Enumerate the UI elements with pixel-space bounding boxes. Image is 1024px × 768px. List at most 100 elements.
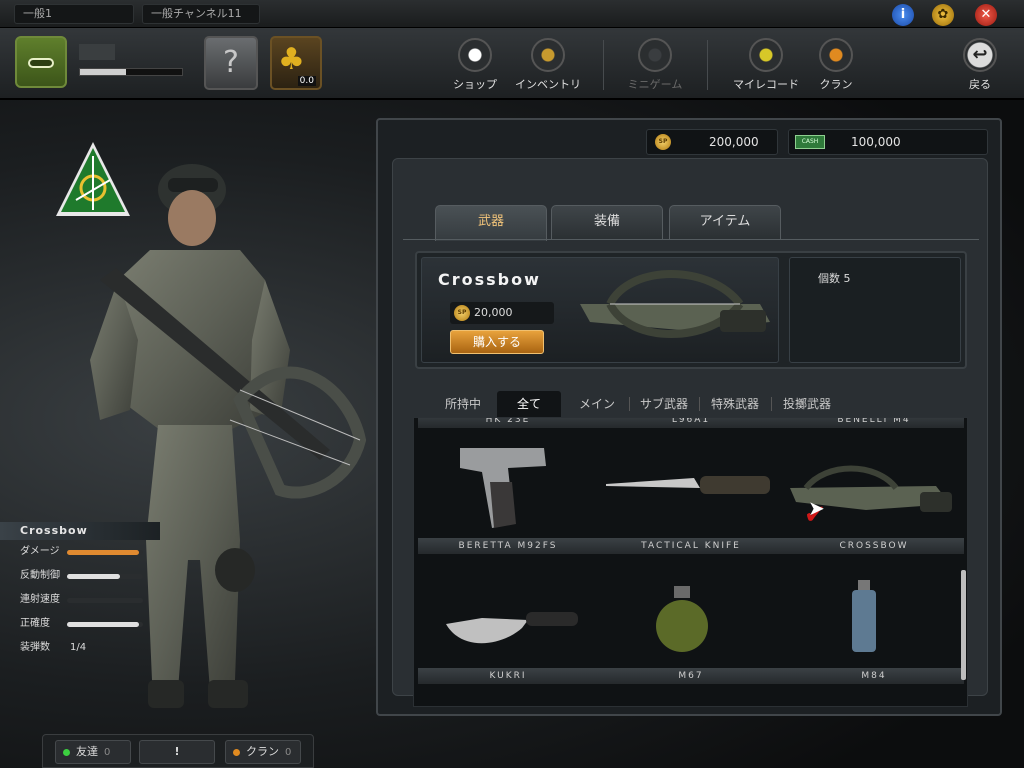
- tab-weapons[interactable]: 武器: [435, 205, 547, 241]
- clan-icon: [819, 38, 853, 72]
- filter-sub[interactable]: サブ武器: [633, 391, 695, 417]
- cash-balance: CASH 100,000: [788, 129, 988, 155]
- crossbow-preview-image: [580, 270, 770, 338]
- cash-amount: 100,000: [851, 135, 901, 149]
- item-m67[interactable]: [652, 584, 712, 654]
- item-grid: HK 23E L96A1 BENELLI M4 ✔ BERETTA M92FS …: [413, 417, 968, 707]
- sp-coin-icon: SP: [655, 134, 671, 150]
- minigame-icon: [638, 38, 672, 72]
- item-kukri[interactable]: [442, 598, 582, 654]
- filter-divider: [771, 397, 772, 411]
- shelf-row-top: HK 23E L96A1 BENELLI M4: [418, 417, 964, 428]
- clan-dot-icon: [233, 749, 240, 756]
- info-icon[interactable]: i: [892, 4, 914, 26]
- stat-recoil-label: 反動制御: [20, 570, 60, 581]
- back-icon: ↩: [963, 38, 997, 72]
- avatar[interactable]: ?: [204, 36, 258, 90]
- shop-inner: 武器 装備 アイテム Crossbow SP 20,000 購入する 個数 5 …: [392, 158, 988, 707]
- stats-weapon-name: Crossbow: [0, 522, 160, 540]
- friends-label: 友達: [76, 745, 98, 758]
- item-label: L96A1: [671, 417, 711, 425]
- filter-owned[interactable]: 所持中: [433, 391, 493, 417]
- nav-inventory[interactable]: インベントリ: [514, 38, 582, 92]
- item-count: 個数 5: [818, 272, 851, 285]
- filter-throwing[interactable]: 投擲武器: [775, 391, 839, 417]
- close-icon[interactable]: ✕: [975, 4, 997, 26]
- item-detail-main: Crossbow SP 20,000 購入する: [421, 257, 779, 363]
- grid-scrollbar[interactable]: [961, 570, 966, 680]
- clan-label: クラン: [246, 745, 279, 758]
- stat-accuracy: 正確度: [0, 612, 160, 636]
- settings-gear-icon[interactable]: ✿: [932, 4, 954, 26]
- item-label: KUKRI: [489, 671, 527, 681]
- stat-ammo-label: 装弾数: [20, 642, 50, 653]
- clan-button[interactable]: クラン 0: [225, 740, 301, 764]
- shelf-row-2: KUKRI M67 M84: [418, 668, 964, 684]
- tab-underline: [403, 239, 979, 240]
- stat-damage: ダメージ: [0, 540, 160, 564]
- rank-icon: [28, 58, 54, 68]
- nav-back-label: 戻る: [969, 78, 991, 91]
- nav-divider: [603, 40, 604, 90]
- xp-fill: [80, 69, 126, 75]
- item-beretta-m92fs[interactable]: [454, 442, 554, 532]
- item-label: BENELLI M4: [837, 417, 911, 425]
- weapon-stats: Crossbow ダメージ 反動制御 連射速度 正確度 装弾数 1/4: [0, 522, 160, 660]
- nav-clan-label: クラン: [819, 78, 853, 91]
- friends-count: 0: [104, 747, 111, 758]
- stat-recoil: 反動制御: [0, 564, 160, 588]
- stat-rate-bar: [67, 598, 143, 603]
- clan-count: 0: [285, 747, 292, 758]
- stat-rate: 連射速度: [0, 588, 160, 612]
- sp-amount: 200,000: [709, 135, 759, 149]
- filter-divider: [629, 397, 630, 411]
- stat-recoil-bar: [67, 574, 143, 579]
- item-label: BERETTA M92FS: [458, 541, 558, 551]
- filter-special[interactable]: 特殊武器: [703, 391, 767, 417]
- stat-rate-label: 連射速度: [20, 594, 60, 605]
- alert-icon: !: [174, 745, 180, 758]
- tab-items[interactable]: アイテム: [669, 205, 781, 239]
- item-label: CROSSBOW: [839, 541, 909, 551]
- stat-ammo-value: 1/4: [70, 642, 87, 653]
- item-m84[interactable]: [844, 578, 884, 658]
- sp-coin-icon: SP: [454, 305, 470, 321]
- nav-clan[interactable]: クラン: [814, 38, 858, 92]
- lobby-label: 一般1: [14, 4, 134, 24]
- item-price: SP 20,000: [450, 302, 554, 324]
- nav-minigame: ミニゲーム: [624, 38, 686, 92]
- stat-accuracy-label: 正確度: [20, 618, 50, 629]
- rank-badge[interactable]: [15, 36, 67, 88]
- tab-equipment[interactable]: 装備: [551, 205, 663, 239]
- item-price-value: 20,000: [474, 306, 513, 319]
- online-dot-icon: [63, 749, 70, 756]
- player-name: [79, 44, 115, 60]
- clover-icon: ♣: [278, 42, 305, 77]
- stat-ammo: 装弾数 1/4: [0, 636, 160, 660]
- nav-myrecord[interactable]: マイレコード: [732, 38, 800, 92]
- record-icon: [749, 38, 783, 72]
- club-value: 0.0: [297, 76, 316, 86]
- item-label: HK 23E: [485, 417, 531, 425]
- friends-button[interactable]: 友達 0: [55, 740, 131, 764]
- item-name: Crossbow: [438, 270, 541, 289]
- nav-back[interactable]: ↩ 戻る: [958, 38, 1002, 92]
- nav-inventory-label: インベントリ: [515, 78, 581, 91]
- shop-icon: [458, 38, 492, 72]
- item-tactical-knife[interactable]: [604, 466, 774, 506]
- club-badge[interactable]: ♣ 0.0: [270, 36, 322, 90]
- buy-button[interactable]: 購入する: [450, 330, 544, 354]
- top-strip: 一般1 一般チャンネル11 i ✿ ✕: [0, 0, 1024, 28]
- stat-damage-bar: [67, 550, 143, 555]
- nav-shop-label: ショップ: [453, 78, 497, 91]
- sp-balance: SP 200,000: [646, 129, 778, 155]
- nav-shop[interactable]: ショップ: [448, 38, 502, 92]
- shelf-row-1: BERETTA M92FS TACTICAL KNIFE CROSSBOW: [418, 538, 964, 554]
- filter-all[interactable]: 全て: [497, 391, 561, 417]
- unknown-avatar-icon: ?: [223, 45, 239, 80]
- nav-myrecord-label: マイレコード: [733, 78, 799, 91]
- xp-bar: [79, 68, 183, 76]
- alert-button[interactable]: !: [139, 740, 215, 764]
- filter-main[interactable]: メイン: [569, 391, 625, 417]
- item-detail: Crossbow SP 20,000 購入する 個数 5: [415, 251, 967, 369]
